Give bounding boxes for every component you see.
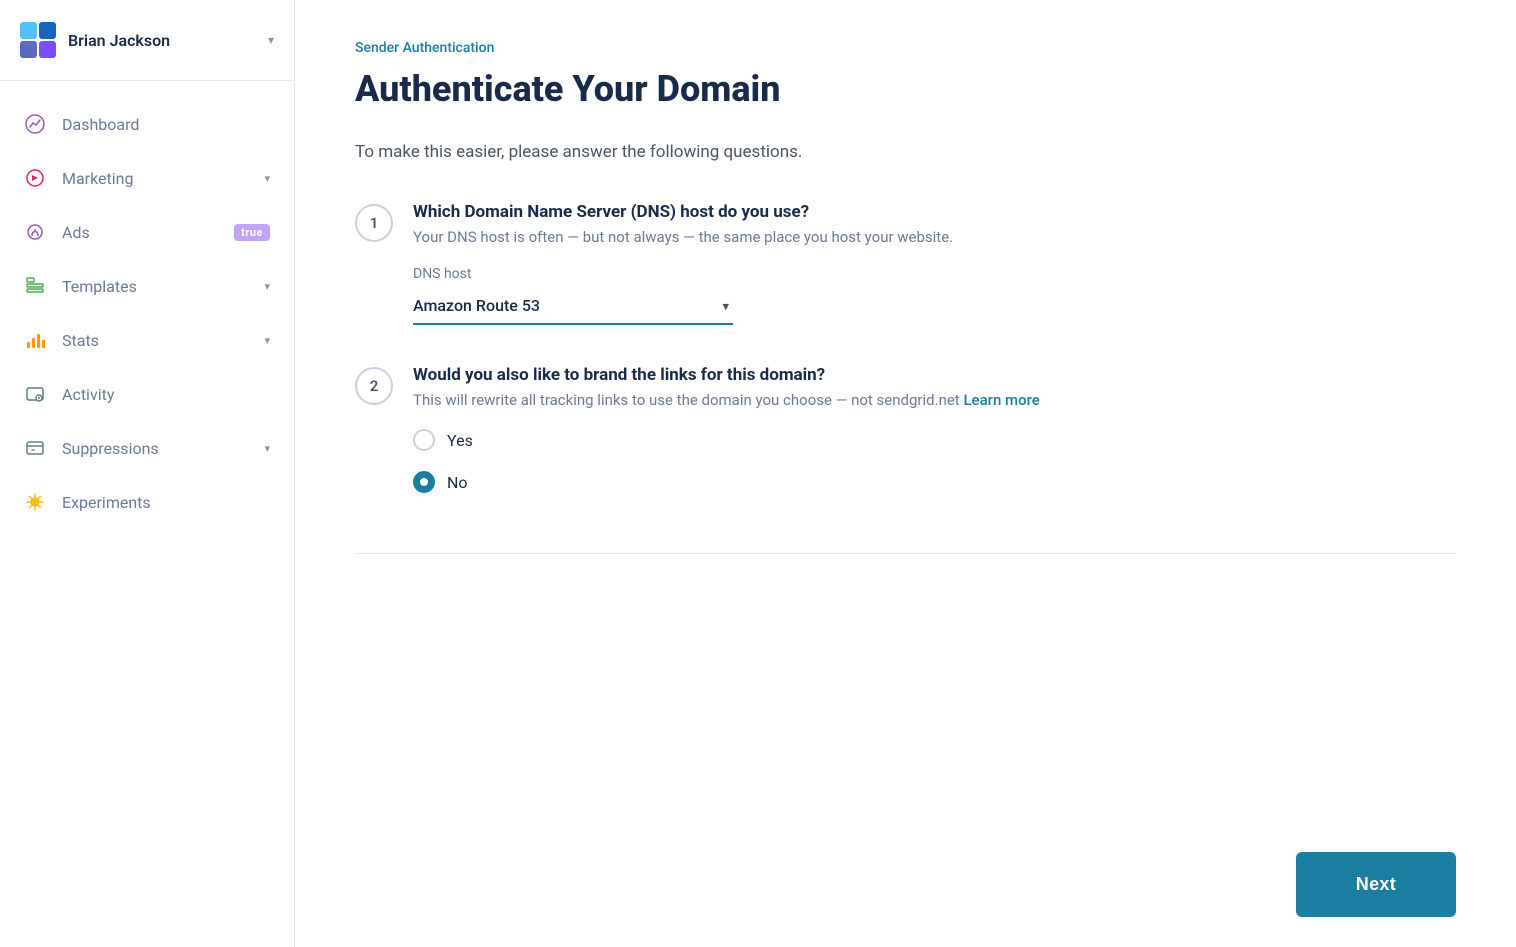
sidebar-item-templates[interactable]: Templates ▾ — [0, 259, 294, 313]
page-title: Authenticate Your Domain — [355, 68, 1456, 110]
templates-chevron-icon: ▾ — [264, 280, 270, 293]
marketing-chevron-icon: ▾ — [264, 172, 270, 185]
logo-icon — [20, 22, 56, 58]
dns-host-select-wrapper: Amazon Route 53 GoDaddy Cloudflare Namec… — [413, 288, 733, 325]
question-1-content: Which Domain Name Server (DNS) host do y… — [413, 202, 1456, 325]
footer: Next — [295, 832, 1516, 947]
experiments-label: Experiments — [62, 493, 270, 512]
experiments-icon — [24, 491, 46, 513]
dns-host-select[interactable]: Amazon Route 53 GoDaddy Cloudflare Namec… — [413, 288, 733, 325]
suppressions-label: Suppressions — [62, 439, 248, 458]
dashboard-icon — [24, 113, 46, 135]
radio-yes-label: Yes — [447, 431, 473, 450]
question-1-title: Which Domain Name Server (DNS) host do y… — [413, 202, 1456, 222]
marketing-label: Marketing — [62, 169, 248, 188]
section-divider — [355, 553, 1456, 554]
question-2-description: This will rewrite all tracking links to … — [413, 391, 1456, 409]
question-2-number: 2 — [355, 367, 393, 405]
subtitle: To make this easier, please answer the f… — [355, 142, 1456, 162]
question-2-block: 2 Would you also like to brand the links… — [355, 365, 1456, 513]
radio-yes-circle — [413, 429, 435, 451]
sidebar-nav: Dashboard Marketing ▾ Ads — [0, 81, 294, 947]
learn-more-link[interactable]: Learn more — [963, 391, 1039, 409]
radio-yes-option[interactable]: Yes — [413, 429, 1456, 451]
user-chevron-icon: ▾ — [268, 33, 274, 47]
ads-icon — [24, 221, 46, 243]
sidebar-item-suppressions[interactable]: Suppressions ▾ — [0, 421, 294, 475]
radio-no-circle — [413, 471, 435, 493]
sidebar-item-stats[interactable]: Stats ▾ — [0, 313, 294, 367]
activity-icon — [24, 383, 46, 405]
stats-chevron-icon: ▾ — [264, 334, 270, 347]
suppressions-chevron-icon: ▾ — [264, 442, 270, 455]
sidebar: Brian Jackson ▾ Dashboard Marketing — [0, 0, 295, 947]
question-2-description-text: This will rewrite all tracking links to … — [413, 391, 960, 409]
templates-icon — [24, 275, 46, 297]
suppressions-icon — [24, 437, 46, 459]
question-1-number: 1 — [355, 204, 393, 242]
breadcrumb: Sender Authentication — [355, 40, 1456, 56]
templates-label: Templates — [62, 277, 248, 296]
stats-label: Stats — [62, 331, 248, 350]
sidebar-item-ads[interactable]: Ads true — [0, 205, 294, 259]
radio-no-label: No — [447, 473, 468, 492]
question-1-description: Your DNS host is often — but not always … — [413, 228, 1456, 246]
marketing-icon — [24, 167, 46, 189]
question-2-content: Would you also like to brand the links f… — [413, 365, 1456, 513]
sidebar-user-name: Brian Jackson — [68, 31, 256, 50]
question-1-block: 1 Which Domain Name Server (DNS) host do… — [355, 202, 1456, 325]
beta-badge: true — [234, 224, 270, 241]
dashboard-label: Dashboard — [62, 115, 270, 134]
sidebar-item-dashboard[interactable]: Dashboard — [0, 97, 294, 151]
content-area: Sender Authentication Authenticate Your … — [295, 0, 1516, 832]
sidebar-header[interactable]: Brian Jackson ▾ — [0, 0, 294, 81]
sidebar-item-activity[interactable]: Activity — [0, 367, 294, 421]
sidebar-item-marketing[interactable]: Marketing ▾ — [0, 151, 294, 205]
activity-label: Activity — [62, 385, 270, 404]
ads-label: Ads — [62, 223, 218, 242]
stats-icon — [24, 329, 46, 351]
dns-host-label: DNS host — [413, 266, 1456, 282]
next-button[interactable]: Next — [1296, 852, 1456, 917]
radio-no-option[interactable]: No — [413, 471, 1456, 493]
question-2-title: Would you also like to brand the links f… — [413, 365, 1456, 385]
sidebar-item-experiments[interactable]: Experiments — [0, 475, 294, 529]
main-content: Sender Authentication Authenticate Your … — [295, 0, 1516, 947]
